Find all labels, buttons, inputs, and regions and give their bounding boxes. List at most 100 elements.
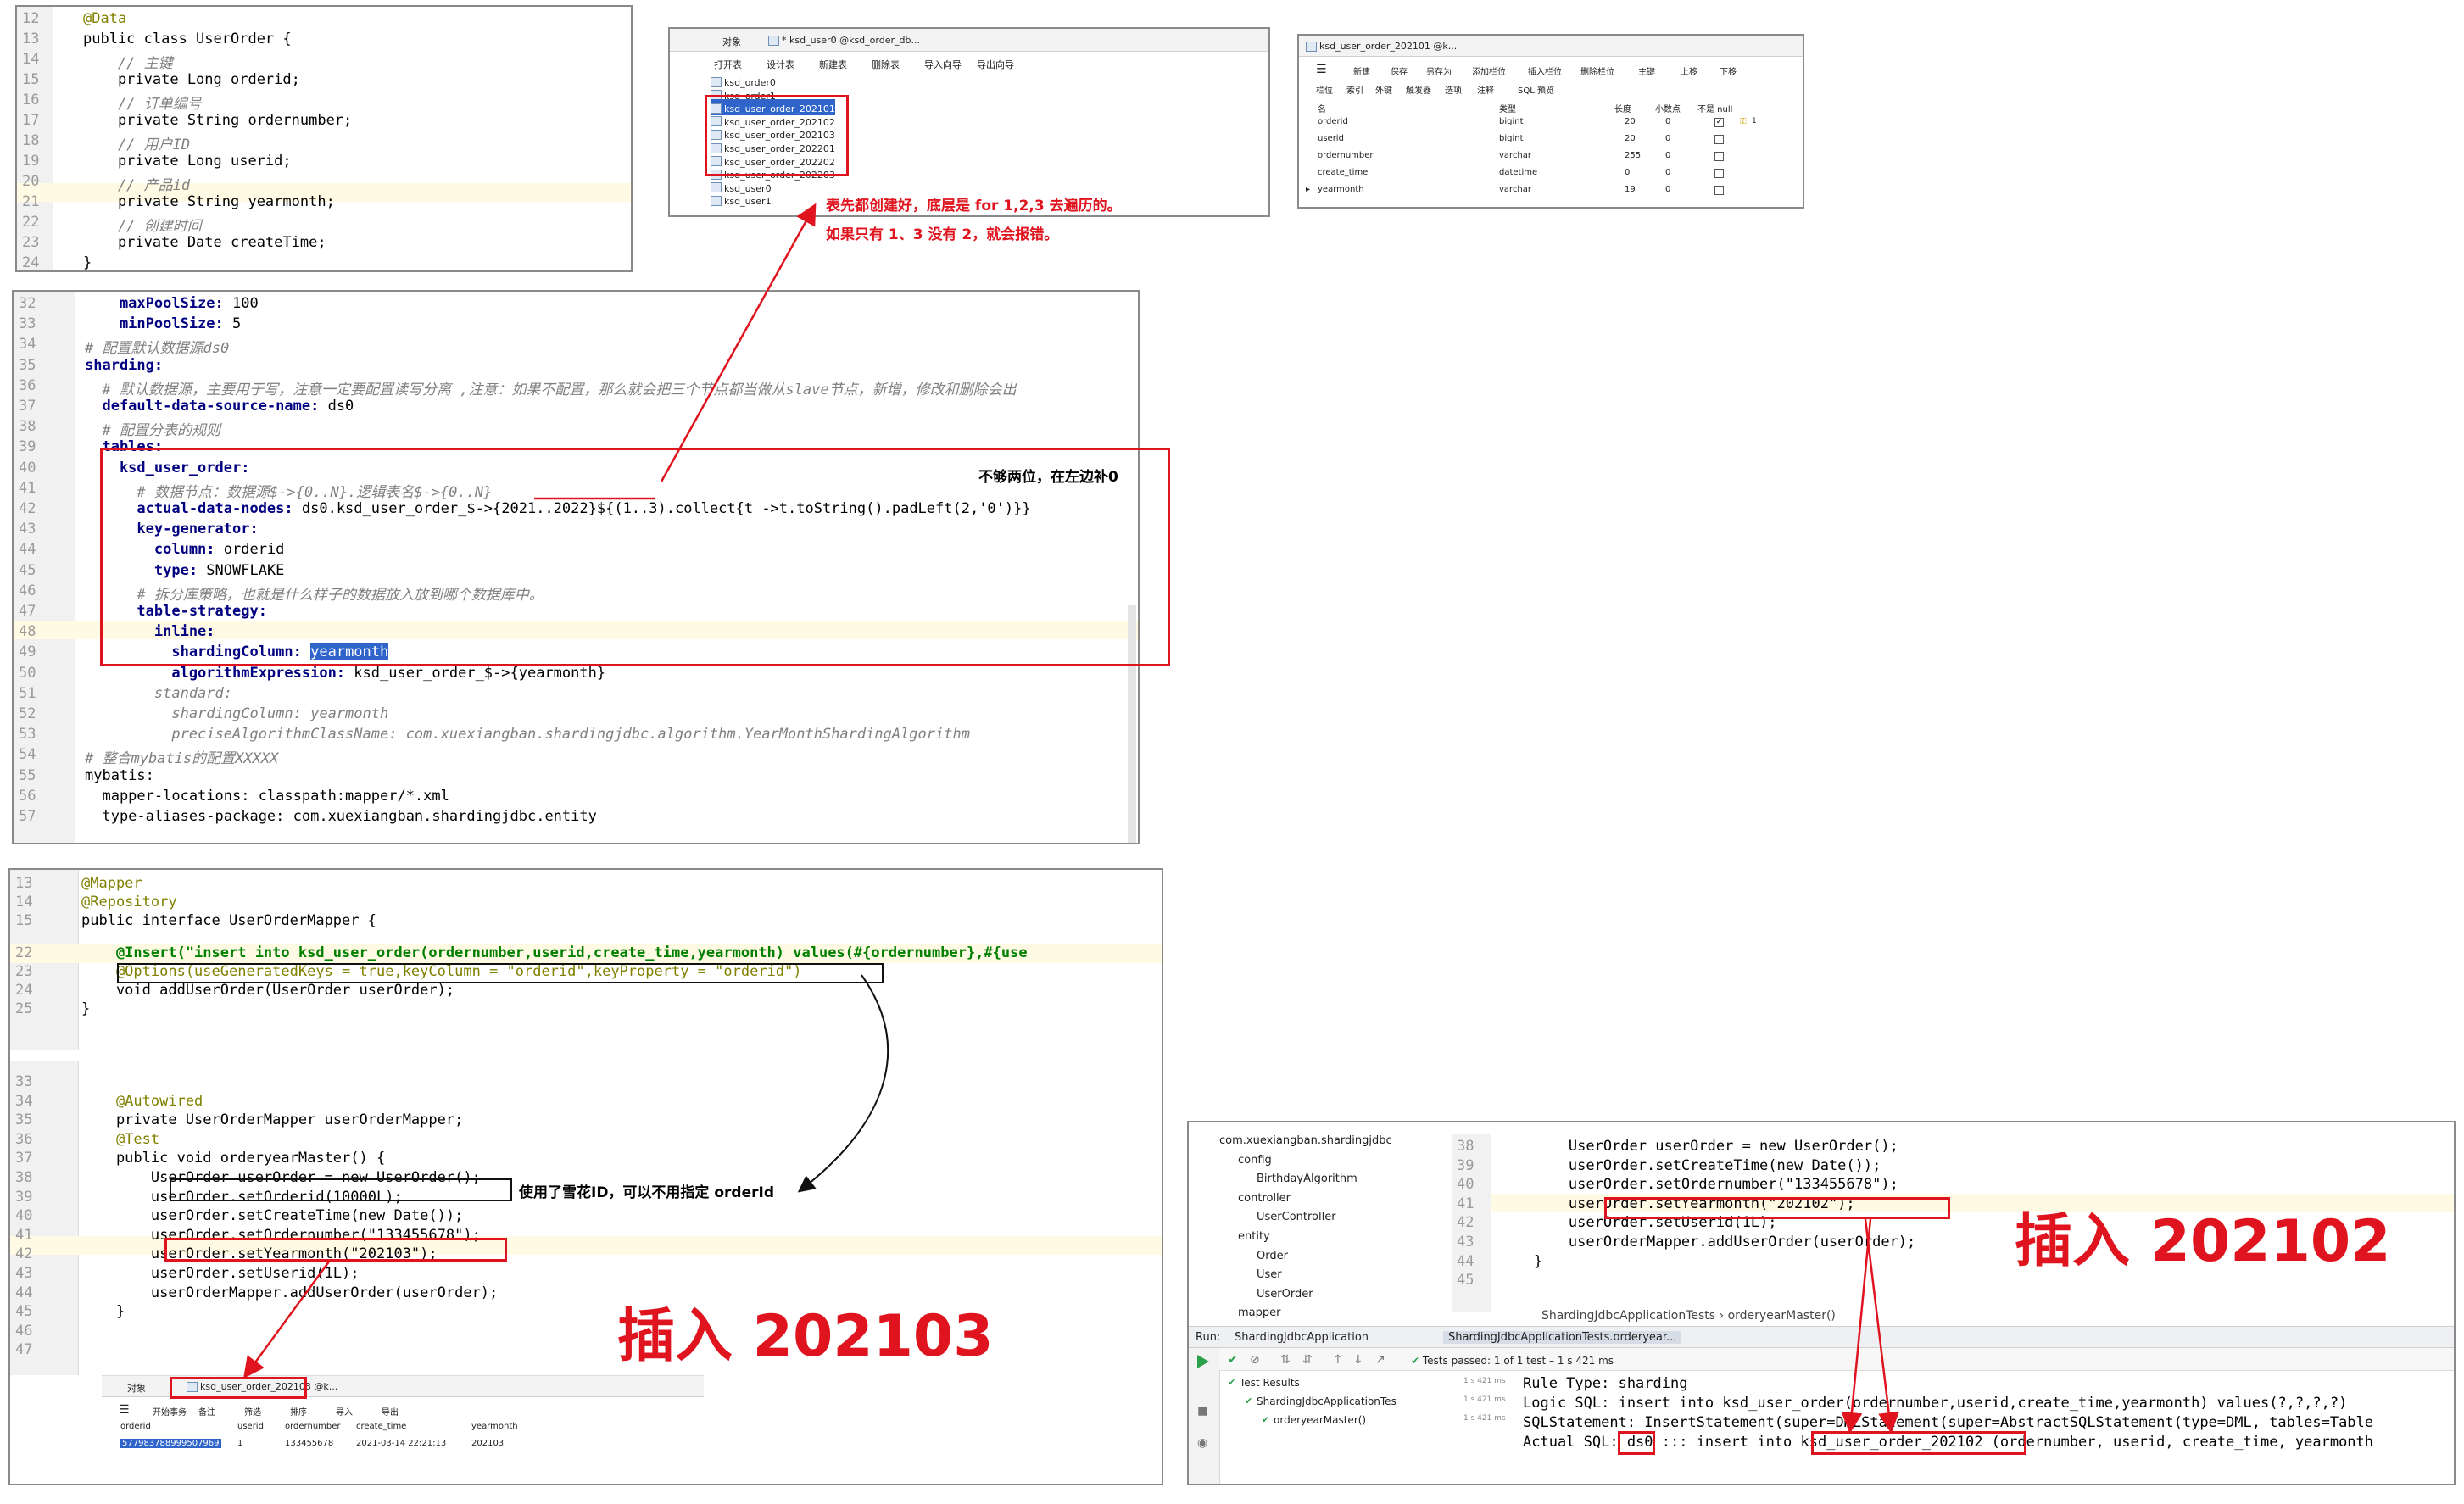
design-tab[interactable]: ksd_user_order_202101 @k... bbox=[1306, 41, 1457, 52]
test-result-item[interactable]: orderyearMaster() bbox=[1274, 1414, 1366, 1426]
line-number: 38 bbox=[1457, 1138, 1474, 1155]
down-icon[interactable]: ↓ bbox=[1353, 1353, 1363, 1367]
result-action-button[interactable]: 导出 bbox=[382, 1405, 399, 1418]
project-tree-item[interactable]: BirthdayAlgorithm bbox=[1257, 1173, 1357, 1185]
db-table-name: ksd_user1 bbox=[724, 196, 772, 208]
db-table-item[interactable]: ksd_user1 bbox=[711, 192, 772, 208]
line-number: 33 bbox=[19, 315, 36, 333]
db-object-panel: 对象 * ksd_user0 @ksd_order_db... 打开表 设计表 新建… bbox=[668, 27, 1270, 217]
db-action-button[interactable]: 导入向导 bbox=[924, 58, 962, 71]
result-cell: 202103 bbox=[471, 1439, 505, 1448]
line-number: 25 bbox=[15, 1000, 33, 1017]
project-tree-item[interactable]: controller bbox=[1238, 1192, 1291, 1205]
design-action-button[interactable]: 下移 bbox=[1720, 64, 1737, 77]
line-number: 20 bbox=[22, 173, 40, 190]
project-tree-item[interactable]: com.xuexiangban.shardingjdbc bbox=[1219, 1134, 1392, 1147]
table-tab[interactable]: * ksd_user0 @ksd_order_db... bbox=[768, 35, 920, 46]
check-icon[interactable]: ✔ bbox=[1228, 1353, 1238, 1367]
mapper-line: @Insert("insert into ksd_user_order(orde… bbox=[81, 944, 1028, 961]
line-number: 34 bbox=[19, 336, 36, 354]
design-action-button[interactable]: 主键 bbox=[1638, 64, 1655, 77]
design-tab[interactable]: 外键 bbox=[1375, 83, 1392, 96]
test-result-item[interactable]: ShardingJdbcApplicationTes bbox=[1257, 1395, 1396, 1407]
project-tree-item[interactable]: entity bbox=[1238, 1230, 1270, 1243]
test-result-item[interactable]: Test Results bbox=[1240, 1377, 1300, 1389]
design-tab[interactable]: 栏位 bbox=[1316, 83, 1333, 96]
console-line: SQLStatement: InsertStatement(super=DMLS… bbox=[1523, 1414, 2374, 1431]
yearmonth-box-202102 bbox=[1604, 1197, 1950, 1219]
design-action-button[interactable]: 上移 bbox=[1681, 64, 1697, 77]
code-line: private String ordernumber; bbox=[83, 112, 353, 129]
line-number: 38 bbox=[15, 1169, 33, 1186]
design-action-button[interactable]: 保存 bbox=[1391, 64, 1408, 77]
export-icon[interactable]: ↗ bbox=[1375, 1353, 1385, 1367]
yaml-line: shardingColumn: yearmonth bbox=[85, 705, 389, 722]
design-action-button[interactable]: 添加栏位 bbox=[1472, 64, 1506, 77]
expand-icon[interactable]: ⇵ bbox=[1302, 1353, 1313, 1367]
objects-tab[interactable]: 对象 bbox=[722, 35, 741, 48]
not-null-checkbox[interactable] bbox=[1714, 135, 1724, 144]
run-tab-tests[interactable]: ShardingJdbcApplicationTests.orderyear..… bbox=[1443, 1331, 1682, 1344]
project-tree-item[interactable]: UserOrder bbox=[1257, 1288, 1313, 1301]
field-length: 0 bbox=[1625, 168, 1631, 177]
project-tree-item[interactable]: mapper bbox=[1238, 1306, 1280, 1319]
not-null-checkbox[interactable]: ✓ bbox=[1714, 118, 1724, 127]
project-tree-item[interactable]: User bbox=[1257, 1268, 1282, 1281]
field-length: 20 bbox=[1625, 134, 1636, 143]
run-tab-app[interactable]: ShardingJdbcApplication bbox=[1235, 1331, 1369, 1344]
result-action-button[interactable]: 备注 bbox=[198, 1405, 215, 1418]
not-null-checkbox[interactable] bbox=[1714, 169, 1724, 178]
test-line: private UserOrderMapper userOrderMapper; bbox=[81, 1111, 464, 1129]
up-icon[interactable]: ↑ bbox=[1333, 1353, 1343, 1367]
yaml-line: # 配置分表的规则 bbox=[85, 422, 220, 440]
project-tree-item[interactable]: UserController bbox=[1257, 1211, 1336, 1223]
sort-icon[interactable]: ⇅ bbox=[1280, 1353, 1291, 1367]
breadcrumb[interactable]: ShardingJdbcApplicationTests › orderyear… bbox=[1541, 1309, 1836, 1323]
db-action-button[interactable]: 删除表 bbox=[872, 58, 900, 71]
design-tab[interactable]: 选项 bbox=[1445, 83, 1462, 96]
line-number: 46 bbox=[15, 1322, 33, 1340]
camera-icon[interactable]: ◉ bbox=[1197, 1436, 1207, 1450]
design-tab[interactable]: 注释 bbox=[1477, 83, 1494, 96]
result-action-button[interactable]: 排序 bbox=[290, 1405, 307, 1418]
menu-icon[interactable]: ☰ bbox=[119, 1403, 130, 1417]
ignore-icon[interactable]: ⊘ bbox=[1250, 1353, 1260, 1367]
yaml-line: minPoolSize: 5 bbox=[85, 315, 242, 333]
design-action-button[interactable]: 删除栏位 bbox=[1580, 64, 1614, 77]
field-decimals: 0 bbox=[1665, 151, 1671, 160]
project-tree-item[interactable]: config bbox=[1238, 1154, 1272, 1167]
design-action-button[interactable]: 插入栏位 bbox=[1528, 64, 1562, 77]
result-objects-tab[interactable]: 对象 bbox=[127, 1381, 146, 1395]
field-length: 255 bbox=[1625, 151, 1642, 160]
yaml-line: mybatis: bbox=[85, 766, 154, 784]
not-null-checkbox[interactable] bbox=[1714, 186, 1724, 195]
db-action-button[interactable]: 打开表 bbox=[714, 58, 742, 71]
line-number: 22 bbox=[15, 944, 33, 961]
table-icon bbox=[768, 36, 779, 46]
line-number: 47 bbox=[19, 603, 36, 620]
line-number: 32 bbox=[19, 295, 36, 312]
line-number: 42 bbox=[15, 1245, 33, 1263]
result-action-button[interactable]: 筛选 bbox=[244, 1405, 261, 1418]
not-null-checkbox[interactable] bbox=[1714, 152, 1724, 161]
design-tab[interactable]: SQL 预览 bbox=[1518, 83, 1554, 96]
db-action-button[interactable]: 导出向导 bbox=[977, 58, 1014, 71]
result-action-button[interactable]: 开始事务 bbox=[153, 1405, 187, 1418]
console-line: Rule Type: sharding bbox=[1523, 1375, 1688, 1392]
db-action-button[interactable]: 新建表 bbox=[819, 58, 847, 71]
menu-icon[interactable]: ☰ bbox=[1316, 63, 1327, 76]
code-line: // 用户ID bbox=[83, 136, 191, 153]
design-action-button[interactable]: 新建 bbox=[1353, 64, 1370, 77]
result-action-button[interactable]: 导入 bbox=[336, 1405, 353, 1418]
project-tree-item[interactable]: Order bbox=[1257, 1250, 1288, 1262]
line-number: 52 bbox=[19, 705, 36, 722]
line-number: 23 bbox=[22, 234, 40, 251]
design-tab[interactable]: 触发器 bbox=[1406, 83, 1431, 96]
design-action-button[interactable]: 另存为 bbox=[1426, 64, 1452, 77]
rerun-icon[interactable] bbox=[1197, 1355, 1209, 1368]
stop-icon[interactable]: ■ bbox=[1197, 1404, 1208, 1418]
db-action-button[interactable]: 设计表 bbox=[767, 58, 794, 71]
design-tab[interactable]: 索引 bbox=[1346, 83, 1363, 96]
line-number: 41 bbox=[1457, 1195, 1474, 1212]
test-line: userOrder.setUserid(1L); bbox=[81, 1265, 360, 1282]
